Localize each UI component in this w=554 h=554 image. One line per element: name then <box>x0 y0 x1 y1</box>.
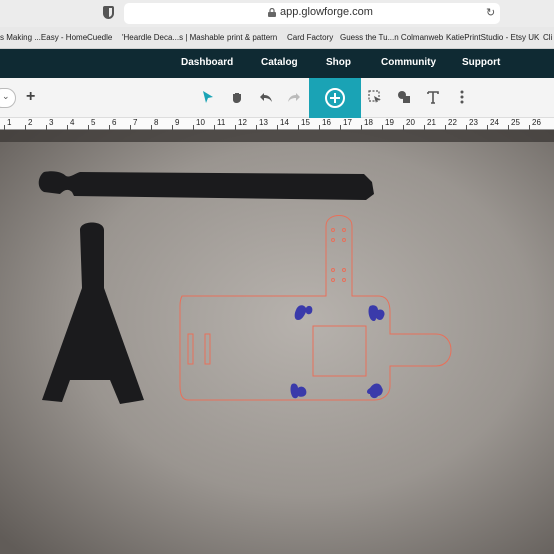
bookmark-item[interactable]: s Making ...Easy - Home <box>0 33 87 42</box>
nav-catalog[interactable]: Catalog <box>261 57 298 68</box>
bed-top-shadow <box>0 130 554 142</box>
pan-hand-icon[interactable] <box>228 88 246 106</box>
shapes-icon[interactable] <box>395 88 413 106</box>
bed-canvas[interactable] <box>0 130 554 554</box>
ruler-label: 19 <box>385 118 394 127</box>
ruler-label: 17 <box>343 118 352 127</box>
ruler-label: 22 <box>448 118 457 127</box>
reload-icon[interactable]: ↻ <box>486 6 495 19</box>
dark-strip-piece <box>38 171 374 200</box>
bookmark-item[interactable]: KatiePrintStudio - Etsy UK <box>446 33 539 42</box>
ruler-label: 1 <box>7 118 12 127</box>
ruler-label: 21 <box>427 118 436 127</box>
lock-icon <box>268 8 276 17</box>
ruler-label: 13 <box>259 118 268 127</box>
more-icon[interactable] <box>453 88 471 106</box>
ruler-label: 14 <box>280 118 289 127</box>
bookmark-item[interactable]: Guess the Tu...n Colmanweb <box>340 33 443 42</box>
ruler-label: 11 <box>217 118 226 127</box>
material-dropdown[interactable]: ⌄ <box>0 88 16 108</box>
bookmark-item[interactable]: Card Factory <box>287 33 333 42</box>
shield-icon[interactable] <box>103 6 114 19</box>
ruler-label: 3 <box>49 118 54 127</box>
ruler-label: 2 <box>28 118 33 127</box>
bookmark-item[interactable]: print & pattern <box>227 33 277 42</box>
ruler-label: 7 <box>133 118 138 127</box>
ruler-label: 10 <box>196 118 205 127</box>
ruler-label: 24 <box>490 118 499 127</box>
ruler-label: 16 <box>322 118 331 127</box>
chevron-down-icon: ⌄ <box>2 91 10 101</box>
ruler-label: 26 <box>532 118 541 127</box>
ruler-label: 20 <box>406 118 415 127</box>
ruler-label: 12 <box>238 118 247 127</box>
design-toolbar: ⌄ + <box>0 78 554 118</box>
main-nav: Dashboard Catalog Shop Community Support <box>0 49 554 78</box>
add-artwork-button[interactable] <box>309 78 361 118</box>
ruler-label: 6 <box>112 118 117 127</box>
select-pointer-icon[interactable] <box>199 88 217 106</box>
nav-shop[interactable]: Shop <box>326 57 351 68</box>
redo-icon[interactable] <box>285 88 303 106</box>
bookmark-item[interactable]: 'Heardle Deca...s | Mashable <box>122 33 224 42</box>
browser-toolbar: app.glowforge.com ↻ <box>0 0 554 27</box>
ruler-label: 5 <box>91 118 96 127</box>
trace-icon[interactable] <box>366 88 384 106</box>
ruler: 1 2 3 4 5 6 7 8 9 10 11 12 13 14 15 16 17 18 19 20 21 22 23 24 2… <box>0 118 554 130</box>
bookmarks-bar: s Making ...Easy - Home Cuedle 'Heardle … <box>0 27 554 49</box>
bookmark-item[interactable]: Cli <box>543 33 552 42</box>
ruler-label: 15 <box>301 118 310 127</box>
ruler-label: 23 <box>469 118 478 127</box>
nav-support[interactable]: Support <box>462 57 500 68</box>
bookmark-item[interactable]: Cuedle <box>87 33 112 42</box>
ruler-label: 25 <box>511 118 520 127</box>
ruler-label: 8 <box>154 118 159 127</box>
nav-dashboard[interactable]: Dashboard <box>181 57 233 68</box>
text-icon[interactable] <box>424 88 442 106</box>
add-circle-icon <box>325 88 345 108</box>
plus-icon[interactable]: + <box>26 88 35 106</box>
ruler-label: 18 <box>364 118 373 127</box>
ruler-label: 4 <box>70 118 75 127</box>
undo-icon[interactable] <box>257 88 275 106</box>
url-text: app.glowforge.com <box>280 6 373 18</box>
nav-community[interactable]: Community <box>381 57 436 68</box>
ruler-label: 9 <box>175 118 180 127</box>
